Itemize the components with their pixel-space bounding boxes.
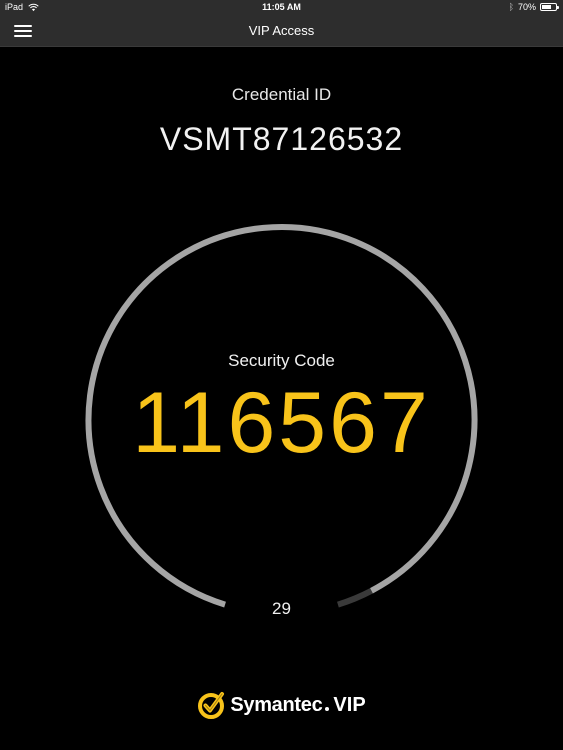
symantec-check-logo-icon xyxy=(198,692,225,719)
countdown-seconds: 29 xyxy=(272,599,291,618)
security-code-label: Security Code xyxy=(228,351,335,370)
brand-product: VIP xyxy=(333,693,366,716)
brand-dot xyxy=(325,707,330,711)
security-code: 116567 xyxy=(132,375,431,471)
brand-name: Symantec xyxy=(230,693,323,716)
brand-footer: Symantec VIP xyxy=(0,690,563,720)
